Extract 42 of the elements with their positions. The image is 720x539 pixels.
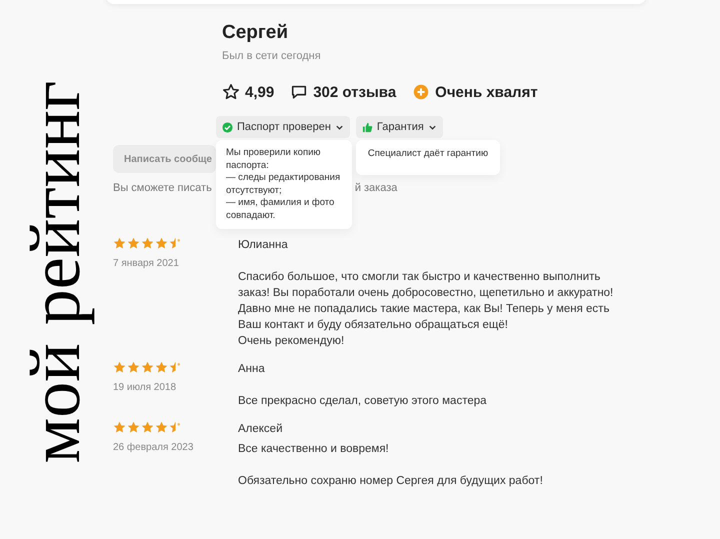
online-status: Был в сети сегодня — [222, 50, 322, 62]
rating-value: 4,99 — [245, 84, 274, 100]
review-author: Юлианна — [238, 238, 289, 253]
star-icon — [169, 237, 182, 249]
star-icon — [127, 421, 140, 433]
review-date: 19 июля 2018 — [113, 382, 178, 393]
review-text: Спасибо большое, что смогли так быстро и качественно выполнить заказ! Вы поработали очень добросовестно, щепетильно и аккуратно! Давно мне не попадались такие мастера, как Вы! Теперь у меня есть Ваш контакт и буду обязательно обращаться ещё! Очень рекомендую! — [238, 270, 614, 349]
star-icon — [127, 361, 140, 373]
verification-chip[interactable]: Гарантия — [356, 116, 443, 138]
star-icon — [141, 421, 154, 433]
caret-icon — [334, 122, 344, 132]
star-icon — [141, 237, 154, 249]
profile-name: Сергей — [222, 22, 290, 44]
reviews-count: 302 отзыва — [313, 84, 396, 100]
info-popover: Мы проверили копию паспорта: — следы редактирования отсутствуют; — имя, фамилия и фото совпадают. — [216, 140, 352, 229]
thumbs-up-icon — [362, 122, 373, 132]
review-date: 26 февраля 2023 — [113, 442, 194, 453]
verification-chip[interactable]: Паспорт проверен — [216, 116, 350, 138]
star-icon — [113, 237, 126, 249]
info-popover: Специалист даёт гарантию — [356, 140, 500, 174]
star-icon — [155, 237, 168, 249]
star-icon — [222, 83, 240, 101]
star-icon — [113, 421, 126, 433]
hint-text: й заказа — [354, 182, 398, 194]
comment-icon — [290, 83, 308, 101]
star-icon — [113, 361, 126, 373]
star-icon — [141, 361, 154, 373]
praise-label: Очень хвалят — [435, 84, 538, 100]
hint-text: Вы сможете писать — [113, 182, 212, 194]
caret-icon — [428, 122, 437, 132]
review-text: Все прекрасно сделал, советую этого мастера — [238, 394, 487, 409]
star-icon — [169, 421, 182, 433]
star-icon — [169, 361, 182, 373]
review-date: 7 января 2021 — [113, 258, 180, 269]
review-text: Все качественно и вовремя! Обязательно сохраню номер Сергея для будущих работ! — [238, 442, 543, 489]
star-icon — [127, 237, 140, 249]
check-icon — [222, 122, 233, 132]
star-icon — [155, 421, 168, 433]
review-author: Алексей — [238, 422, 284, 437]
plus-badge-icon — [412, 83, 430, 101]
review-author: Анна — [238, 362, 266, 377]
star-icon — [155, 361, 168, 373]
